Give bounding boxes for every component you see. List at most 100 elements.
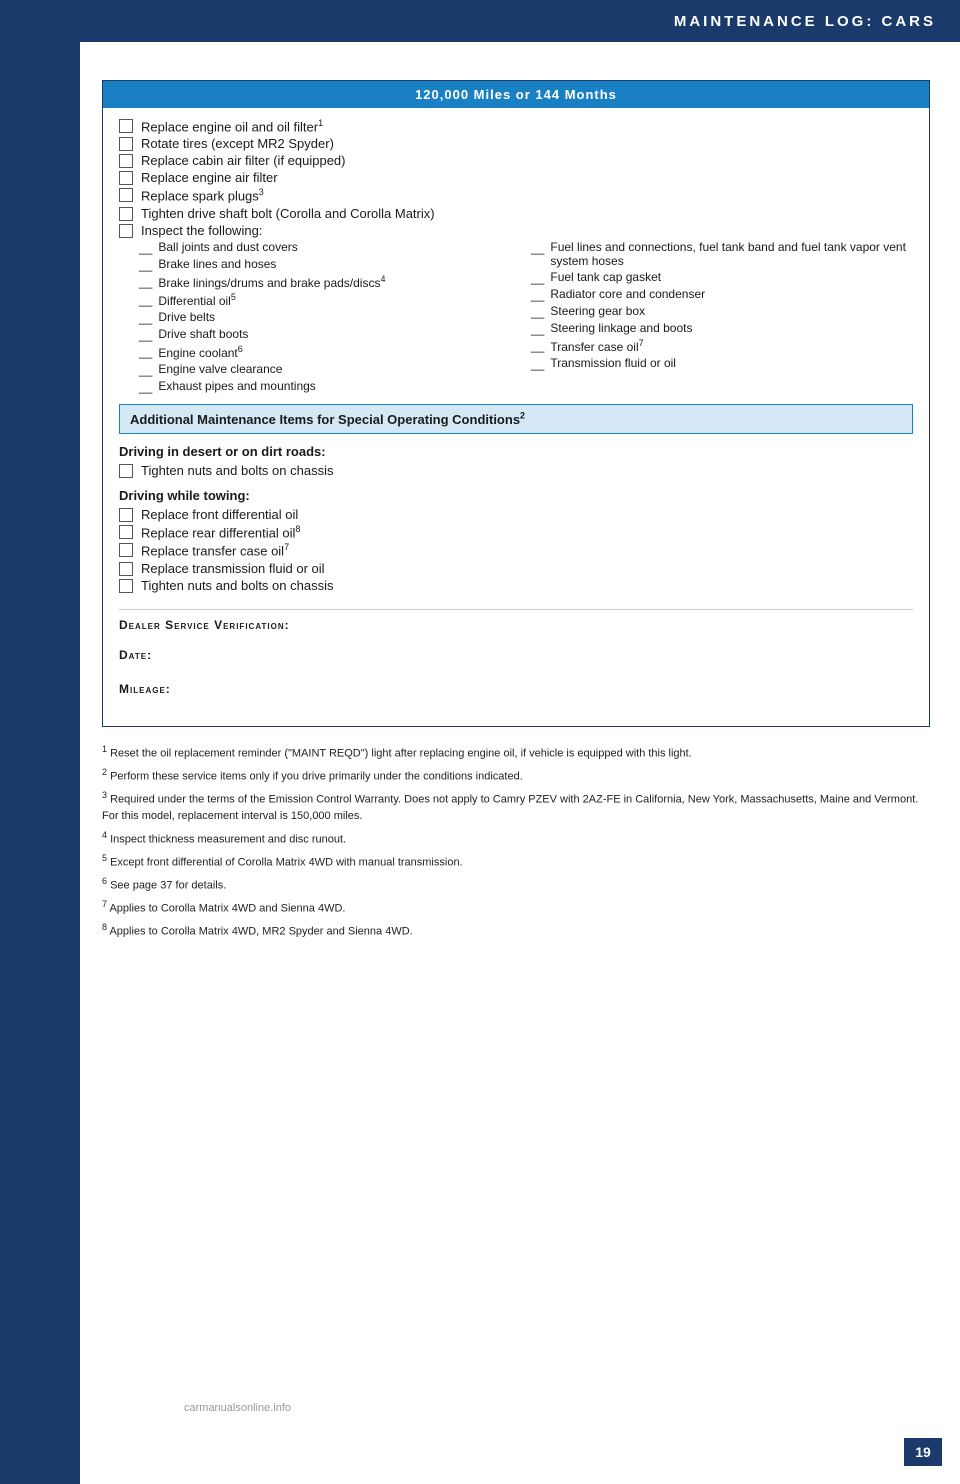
checkbox-6[interactable]	[119, 207, 133, 221]
checkbox-item: Rotate tires (except MR2 Spyder)	[119, 136, 913, 151]
main-content: 120,000 Miles or 144 Months Replace engi…	[92, 60, 940, 1424]
page-title: Maintenance Log: Cars	[674, 13, 936, 30]
main-card: 120,000 Miles or 144 Months Replace engi…	[102, 80, 930, 727]
dash-icon: __	[139, 345, 152, 359]
inspect-label: Differential oil5	[158, 292, 236, 308]
towing-item-1: Replace front differential oil	[141, 507, 298, 522]
inspect-left-col: __ Ball joints and dust covers __ Brake …	[139, 240, 521, 396]
inspect-item: __ Transfer case oil7	[531, 338, 913, 354]
checkbox-item: Replace rear differential oil8	[119, 524, 913, 540]
inspect-item: __ Drive belts	[139, 310, 521, 325]
dash-icon: __	[139, 258, 152, 272]
checkbox-item: Tighten nuts and bolts on chassis	[119, 463, 913, 478]
footnote-7: 7 Applies to Corolla Matrix 4WD and Sien…	[102, 898, 930, 917]
inspect-label: Brake linings/drums and brake pads/discs…	[158, 274, 385, 290]
footnote-3: 3 Required under the terms of the Emissi…	[102, 789, 930, 825]
dash-icon: __	[139, 363, 152, 377]
inspect-item: __ Drive shaft boots	[139, 327, 521, 342]
checkbox-item: Tighten nuts and bolts on chassis	[119, 578, 913, 593]
dash-icon: __	[531, 288, 544, 302]
inspect-label: Brake lines and hoses	[158, 257, 276, 271]
footnote-8: 8 Applies to Corolla Matrix 4WD, MR2 Spy…	[102, 921, 930, 940]
dash-icon: __	[531, 241, 544, 255]
driving-towing-header: Driving while towing:	[119, 488, 913, 503]
card-body: Replace engine oil and oil filter1 Rotat…	[103, 108, 929, 726]
inspect-right-col: __ Fuel lines and connections, fuel tank…	[531, 240, 913, 396]
inspect-item: __ Fuel tank cap gasket	[531, 270, 913, 285]
checkbox-item: Tighten drive shaft bolt (Corolla and Co…	[119, 206, 913, 221]
watermark: carmanualsonline.info	[184, 1402, 291, 1414]
dash-icon: __	[531, 305, 544, 319]
towing-item-3: Replace transfer case oil7	[141, 542, 289, 558]
checkbox-item: Replace transfer case oil7	[119, 542, 913, 558]
additional-box: Additional Maintenance Items for Special…	[119, 404, 913, 434]
inspect-grid: __ Ball joints and dust covers __ Brake …	[119, 240, 913, 396]
inspect-label: Drive belts	[158, 310, 215, 324]
page-number-badge: 19	[904, 1438, 942, 1466]
checkbox-towing-1[interactable]	[119, 508, 133, 522]
date-label: Date:	[119, 648, 913, 662]
checkbox-3[interactable]	[119, 154, 133, 168]
inspect-label: Fuel lines and connections, fuel tank ba…	[550, 240, 913, 268]
inspect-item: __ Brake lines and hoses	[139, 257, 521, 272]
inspect-item: __ Exhaust pipes and mountings	[139, 379, 521, 394]
desert-item-1: Tighten nuts and bolts on chassis	[141, 463, 333, 478]
footnote-2: 2 Perform these service items only if yo…	[102, 766, 930, 785]
inspect-label: Exhaust pipes and mountings	[158, 379, 315, 393]
footnote-1: 1 Reset the oil replacement reminder ("M…	[102, 743, 930, 762]
checkbox-item: Replace cabin air filter (if equipped)	[119, 153, 913, 168]
inspect-label: Transfer case oil7	[550, 338, 643, 354]
checkbox-towing-3[interactable]	[119, 543, 133, 557]
inspect-label: Engine valve clearance	[158, 362, 282, 376]
dash-icon: __	[531, 271, 544, 285]
inspect-item: __ Fuel lines and connections, fuel tank…	[531, 240, 913, 268]
item-label-1: Replace engine oil and oil filter1	[141, 118, 323, 134]
checkbox-towing-5[interactable]	[119, 579, 133, 593]
inspect-item: __ Brake linings/drums and brake pads/di…	[139, 274, 521, 290]
inspect-item: __ Steering linkage and boots	[531, 321, 913, 336]
header-bar: Maintenance Log: Cars	[80, 0, 960, 42]
dash-icon: __	[139, 275, 152, 289]
mileage-label: Mileage:	[119, 682, 913, 696]
dash-icon: __	[139, 293, 152, 307]
inspect-label: Drive shaft boots	[158, 327, 248, 341]
footnote-6: 6 See page 37 for details.	[102, 875, 930, 894]
dash-icon: __	[531, 357, 544, 371]
checkbox-1[interactable]	[119, 119, 133, 133]
checkbox-desert-1[interactable]	[119, 464, 133, 478]
towing-item-4: Replace transmission fluid or oil	[141, 561, 325, 576]
dealer-section: Dealer Service Verification: Date: Milea…	[119, 609, 913, 696]
inspect-label: Transmission fluid or oil	[550, 356, 676, 370]
checkbox-7[interactable]	[119, 224, 133, 238]
dash-icon: __	[531, 339, 544, 353]
dealer-label: Dealer Service Verification:	[119, 618, 913, 632]
checkbox-towing-4[interactable]	[119, 562, 133, 576]
inspect-item: __ Differential oil5	[139, 292, 521, 308]
page-number: 19	[915, 1444, 931, 1460]
item-label-7: Inspect the following:	[141, 223, 262, 238]
footnotes: 1 Reset the oil replacement reminder ("M…	[102, 743, 930, 941]
inspect-label: Steering gear box	[550, 304, 645, 318]
checkbox-towing-2[interactable]	[119, 525, 133, 539]
footnote-4: 4 Inspect thickness measurement and disc…	[102, 829, 930, 848]
dash-icon: __	[139, 380, 152, 394]
checkbox-5[interactable]	[119, 188, 133, 202]
checkbox-item: Replace engine oil and oil filter1	[119, 118, 913, 134]
dash-icon: __	[139, 241, 152, 255]
inspect-item: __ Ball joints and dust covers	[139, 240, 521, 255]
inspect-item: __ Radiator core and condenser	[531, 287, 913, 302]
item-label-5: Replace spark plugs3	[141, 187, 264, 203]
dash-icon: __	[531, 322, 544, 336]
inspect-item: __ Steering gear box	[531, 304, 913, 319]
inspect-label: Engine coolant6	[158, 344, 242, 360]
checkbox-item: Inspect the following:	[119, 223, 913, 238]
checkbox-item: Replace transmission fluid or oil	[119, 561, 913, 576]
dash-icon: __	[139, 311, 152, 325]
checkbox-item: Replace spark plugs3	[119, 187, 913, 203]
checkbox-2[interactable]	[119, 137, 133, 151]
checkbox-4[interactable]	[119, 171, 133, 185]
inspect-label: Steering linkage and boots	[550, 321, 692, 335]
inspect-item: __ Engine valve clearance	[139, 362, 521, 377]
item-label-4: Replace engine air filter	[141, 170, 278, 185]
footnote-5: 5 Except front differential of Corolla M…	[102, 852, 930, 871]
